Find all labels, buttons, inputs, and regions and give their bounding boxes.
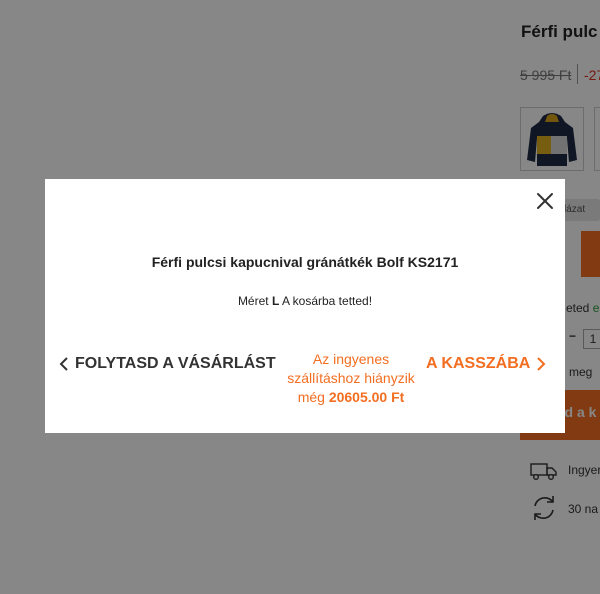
- checkout-label: A KASSZÁBA: [426, 355, 531, 372]
- free-shipping-line-1: Az ingyenes: [312, 351, 390, 367]
- close-button[interactable]: [535, 191, 555, 211]
- free-shipping-amount: 20605.00 Ft: [328, 389, 405, 405]
- close-icon: [537, 193, 553, 209]
- free-shipping-info: Az ingyenes szállításhoz hiányzik még 20…: [281, 350, 421, 407]
- added-confirmation: A kosárba tetted!: [281, 294, 373, 308]
- added-message: Méret L A kosárba tetted!: [45, 294, 565, 308]
- checkout-button[interactable]: A KASSZÁBA: [426, 352, 546, 376]
- continue-shopping-label: FOLYTASD A VÁSÁRLÁST: [75, 355, 276, 372]
- added-size-value: L: [271, 294, 280, 308]
- modal-product-title: Férfi pulcsi kapucnival gránátkék Bolf K…: [151, 254, 459, 270]
- free-shipping-prefix: még: [297, 389, 325, 405]
- added-size-prefix: Méret: [237, 294, 269, 308]
- free-shipping-line-2: szállításhoz hiányzik: [287, 370, 415, 386]
- free-shipping-line-3: még 20605.00 Ft: [281, 388, 421, 407]
- chevron-left-icon: [59, 357, 68, 371]
- added-to-cart-modal: Férfi pulcsi kapucnival gránátkék Bolf K…: [45, 179, 565, 433]
- chevron-right-icon: [537, 357, 546, 371]
- continue-shopping-button[interactable]: FOLYTASD A VÁSÁRLÁST: [59, 352, 276, 376]
